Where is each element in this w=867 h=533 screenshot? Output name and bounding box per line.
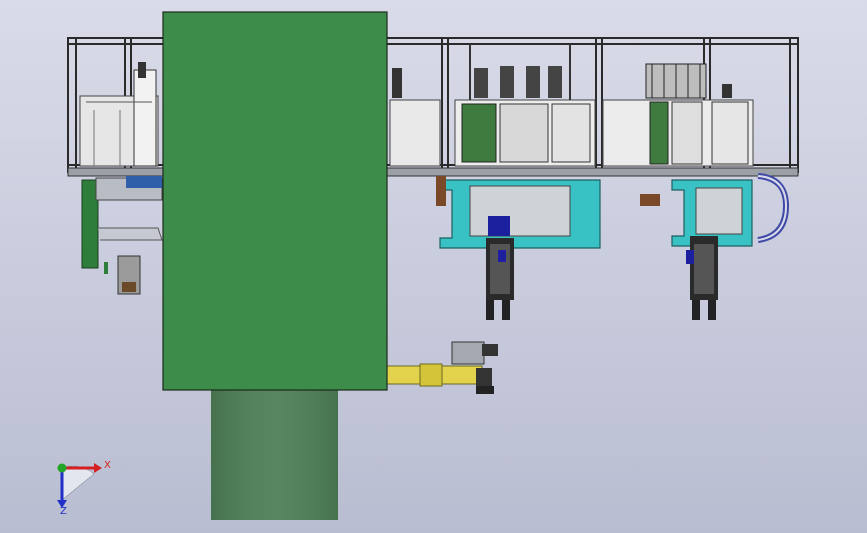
x-arrowhead-icon	[94, 463, 102, 473]
z-axis-label: Z	[60, 506, 67, 517]
column-highlight	[211, 388, 338, 520]
x-axis-label: X	[104, 460, 111, 471]
station-center	[389, 44, 596, 167]
station-left	[79, 62, 159, 167]
model-view[interactable]: X Z	[0, 0, 867, 533]
left-lower-assembly	[81, 176, 163, 295]
triad-arc	[61, 465, 95, 501]
station-right	[602, 63, 754, 167]
reference-triad[interactable]: X Z	[57, 460, 111, 517]
green-main-body	[162, 11, 388, 391]
teal-fixture-center	[436, 176, 601, 320]
horizontal-slide-assembly	[385, 341, 498, 394]
graphics-viewport[interactable]: X Z	[0, 0, 867, 533]
y-axis-dot	[57, 463, 67, 473]
teal-fixture-right	[640, 173, 790, 320]
